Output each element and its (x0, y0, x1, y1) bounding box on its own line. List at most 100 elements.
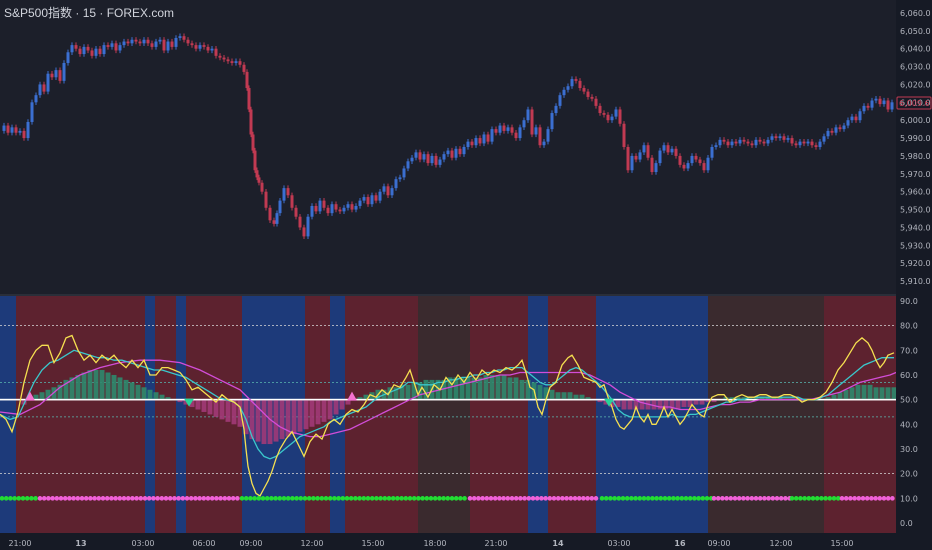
status-dot (778, 496, 784, 501)
status-dot (298, 496, 304, 501)
status-dot (382, 496, 388, 501)
candle-body (794, 143, 798, 146)
candle-body (82, 46, 86, 55)
time-tick-label: 09:00 (707, 539, 730, 548)
status-dot (336, 496, 341, 501)
histogram-bar (297, 399, 303, 432)
candle-body (178, 36, 182, 38)
candle-body (54, 70, 58, 78)
candle-body (826, 130, 830, 137)
status-dot (151, 496, 156, 501)
candle-body (334, 204, 338, 210)
candle-body (766, 139, 770, 144)
candle-body (674, 148, 678, 156)
status-dot (462, 496, 467, 501)
candle-body (322, 200, 326, 208)
oscillator-tick-label: 10.0 (900, 494, 918, 503)
status-dot (33, 496, 38, 501)
candle-body (454, 148, 458, 158)
status-dot (294, 496, 299, 501)
candle-body (374, 195, 378, 201)
status-dot (138, 496, 144, 501)
candle-body (268, 207, 272, 221)
histogram-bar (507, 377, 513, 400)
status-dot (340, 496, 346, 501)
price-tick-label: 6,000.0 (900, 116, 931, 125)
price-tick-label: 5,910.0 (900, 277, 931, 286)
candle-body (202, 45, 206, 47)
candle-body (318, 200, 322, 212)
status-dot (683, 496, 689, 501)
histogram-bar (123, 379, 129, 400)
histogram-bar (39, 392, 45, 400)
candle-body (782, 136, 786, 140)
candle-body (418, 152, 422, 160)
status-dot (827, 496, 833, 501)
time-tick-label: 18:00 (423, 539, 446, 548)
status-dot (290, 496, 295, 501)
candle-body (253, 150, 257, 171)
histogram-bar (225, 399, 231, 422)
candle-body (378, 191, 382, 201)
candle-body (406, 161, 410, 169)
histogram-bar (513, 377, 519, 400)
candle-body (518, 127, 522, 139)
status-dot (480, 496, 485, 501)
status-dot (248, 496, 253, 501)
oscillator-tick-label: 80.0 (900, 322, 918, 331)
status-dot (256, 496, 262, 501)
status-dot (92, 496, 97, 501)
histogram-bar (279, 399, 285, 440)
candle-body (658, 150, 662, 164)
histogram-bar (207, 399, 213, 415)
candle-body (430, 155, 434, 164)
status-dot (306, 496, 312, 501)
candle-body (298, 216, 302, 228)
candle-body (486, 134, 490, 142)
status-dot (188, 496, 194, 501)
candle-body (214, 48, 218, 56)
candle-body (574, 79, 578, 81)
candle-body (170, 41, 174, 47)
status-dot (209, 496, 215, 501)
candle-body (854, 116, 858, 121)
time-tick-label: 03:00 (607, 539, 630, 548)
pane-separator (0, 294, 932, 296)
status-dot (420, 496, 425, 501)
status-dot (117, 496, 123, 501)
status-dot (109, 496, 114, 501)
status-dot (67, 496, 72, 501)
histogram-bar (555, 392, 561, 400)
price-tick-label: 5,980.0 (900, 152, 931, 161)
candle-body (618, 109, 622, 124)
candle-body (442, 154, 446, 160)
candle-body (870, 100, 874, 108)
status-dot (687, 496, 693, 501)
candle-body (886, 100, 890, 110)
status-dot (260, 496, 266, 501)
candle-body (758, 139, 762, 142)
status-dot (749, 496, 755, 501)
candle-body (366, 197, 370, 205)
histogram-bar (627, 399, 633, 410)
histogram-bar (525, 379, 531, 400)
status-dot (806, 496, 812, 501)
status-dot (146, 496, 152, 501)
status-dot (264, 496, 270, 501)
status-dot (501, 496, 506, 501)
status-dot (704, 496, 710, 501)
status-dot (593, 496, 599, 501)
histogram-bar (849, 387, 855, 400)
candle-body (578, 80, 582, 89)
candle-body (458, 148, 462, 155)
chart-title: S&P500指数 · 15 · FOREX.com (4, 6, 175, 20)
candle-body (514, 132, 518, 139)
candle-body (610, 116, 614, 121)
candle-body (734, 141, 738, 144)
status-dot (75, 496, 81, 501)
candle-body (662, 145, 666, 151)
time-tick-label: 13 (75, 539, 86, 548)
candle-body (46, 73, 50, 92)
status-dot (814, 496, 820, 501)
status-dot (226, 496, 232, 501)
